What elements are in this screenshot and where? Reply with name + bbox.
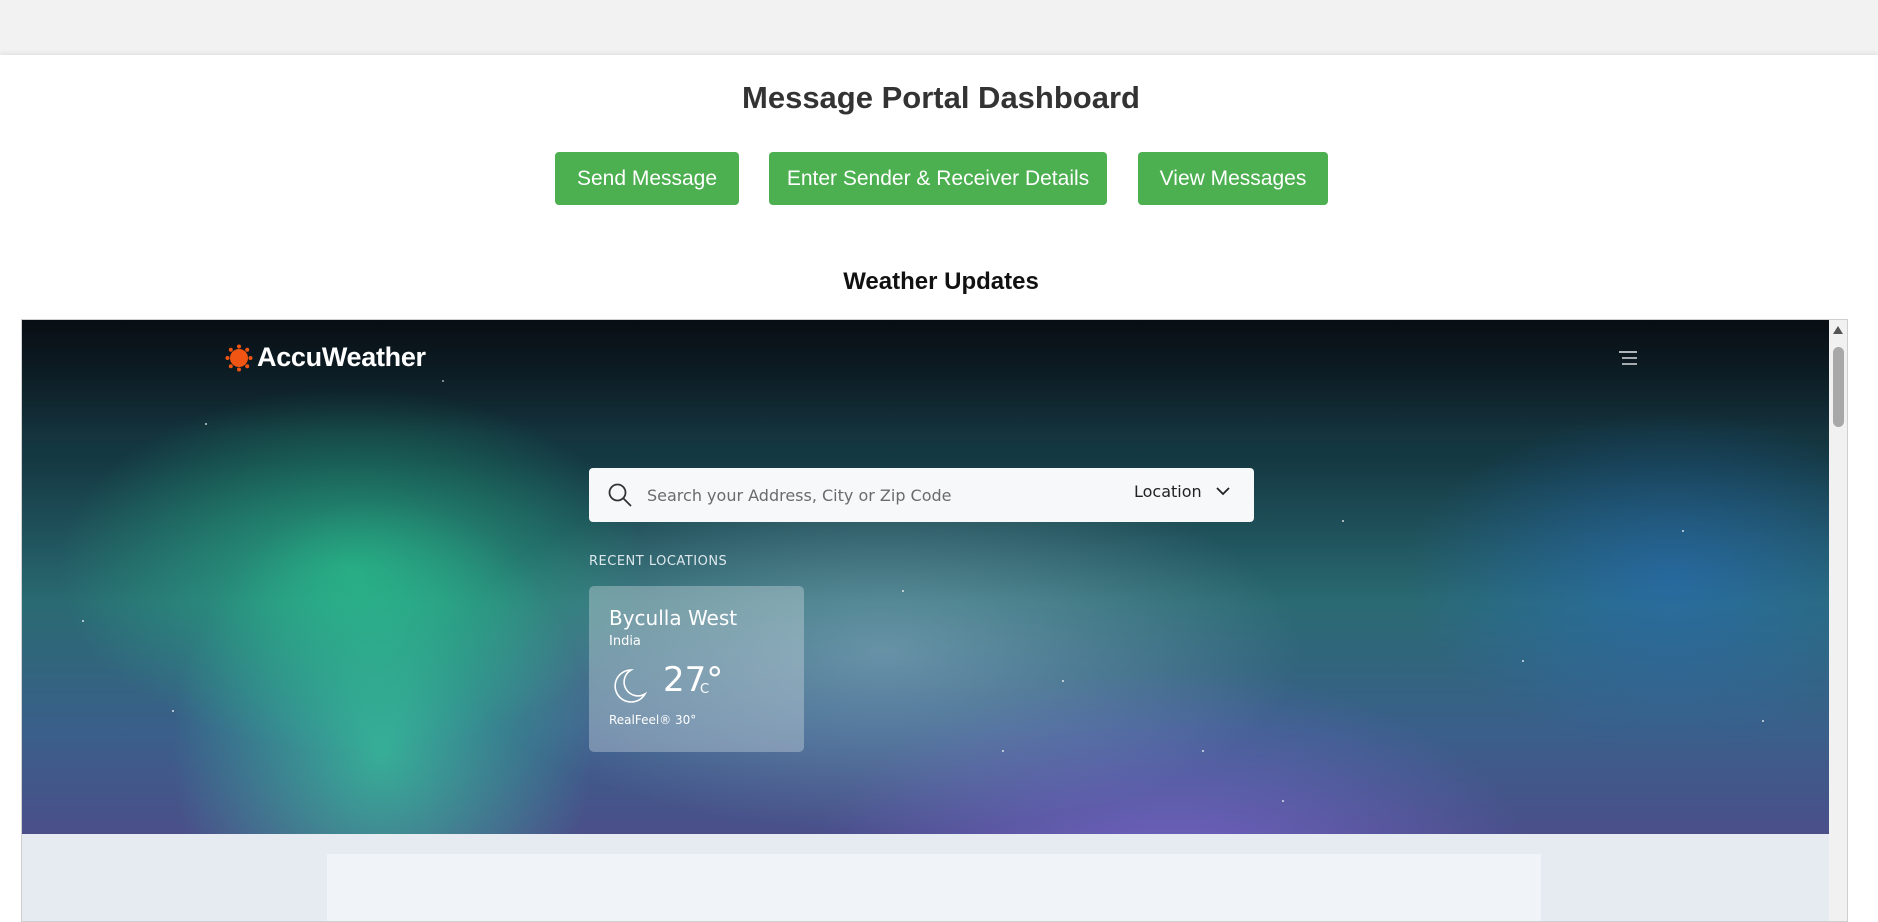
weather-hero-background <box>22 320 1846 834</box>
location-search-input[interactable] <box>647 480 1087 510</box>
location-dropdown[interactable]: Location <box>1134 482 1230 501</box>
sun-logo-icon <box>225 344 253 371</box>
search-icon <box>608 483 632 507</box>
browser-top-area <box>0 0 1878 55</box>
moon-icon <box>614 669 648 703</box>
realfeel-value: RealFeel® 30° <box>609 713 697 727</box>
location-search-bar: Location <box>589 468 1254 522</box>
location-country: India <box>609 634 641 649</box>
enter-details-button[interactable]: Enter Sender & Receiver Details <box>769 152 1107 205</box>
stars-decoration <box>22 320 1846 834</box>
view-messages-button[interactable]: View Messages <box>1138 152 1328 205</box>
location-city: Byculla West <box>609 606 738 630</box>
location-dropdown-label: Location <box>1134 482 1202 501</box>
scrollbar-thumb[interactable] <box>1833 347 1844 427</box>
send-message-button[interactable]: Send Message <box>555 152 739 205</box>
recent-location-card[interactable]: Byculla West India 27° C RealFeel® 30° <box>589 586 804 752</box>
location-temperature: 27° <box>663 660 724 700</box>
recent-locations-heading: RECENT LOCATIONS <box>589 554 728 569</box>
weather-iframe[interactable]: AccuWeather Location RECENT LOCATIONS By… <box>21 319 1848 922</box>
content-placeholder-panel <box>327 854 1541 921</box>
page-title: Message Portal Dashboard <box>742 80 1140 115</box>
scroll-up-arrow-icon[interactable] <box>1833 326 1843 334</box>
iframe-scrollbar[interactable] <box>1829 320 1847 921</box>
chevron-down-icon <box>1216 487 1230 496</box>
temperature-unit: C <box>700 682 710 697</box>
weather-updates-heading: Weather Updates <box>843 268 1039 295</box>
accuweather-logo[interactable]: AccuWeather <box>225 342 426 373</box>
hamburger-menu-icon[interactable] <box>1619 351 1637 370</box>
accuweather-brand-text: AccuWeather <box>257 342 426 372</box>
